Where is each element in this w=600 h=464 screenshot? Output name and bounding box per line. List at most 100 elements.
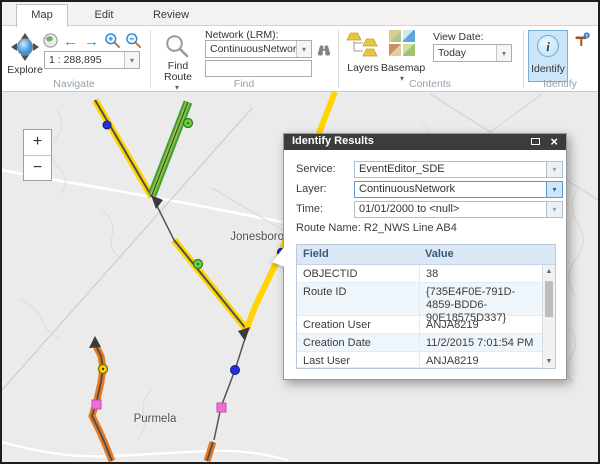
value-cell: 38 xyxy=(419,265,542,282)
place-label-purmela: Purmela xyxy=(120,413,190,425)
identify-group-label: Identify xyxy=(515,78,598,90)
time-label: Time: xyxy=(296,203,323,215)
map-scale-combobox[interactable]: 1 : 288,895 ▾ xyxy=(44,51,140,69)
column-header-field[interactable]: Field xyxy=(297,245,419,264)
scroll-up-icon[interactable]: ▲ xyxy=(543,268,555,275)
marker-pink-square[interactable] xyxy=(92,400,101,409)
scroll-down-icon[interactable]: ▼ xyxy=(543,358,555,365)
layer-label: Layer: xyxy=(296,183,327,195)
view-date-label: View Date: xyxy=(433,31,484,43)
route-name-label: Route Name: xyxy=(296,222,361,234)
marker-pink-square[interactable] xyxy=(217,403,226,412)
basemap-tile xyxy=(403,44,415,56)
find-route-dropdown-caret[interactable]: ▾ xyxy=(175,83,179,92)
basemap-icon[interactable] xyxy=(389,30,415,56)
marker-yellow-point[interactable] xyxy=(99,365,108,374)
group-separator xyxy=(338,30,339,88)
map-scale-value: 1 : 288,895 xyxy=(45,54,124,66)
close-icon[interactable]: × xyxy=(550,134,558,149)
identify-icon: i xyxy=(537,35,559,57)
route-orange[interactable] xyxy=(207,442,213,461)
tab-edit[interactable]: Edit xyxy=(76,5,132,26)
layers-icon[interactable] xyxy=(346,32,378,63)
map-zoom-control: + − xyxy=(23,129,52,181)
popup-callout-tail xyxy=(272,246,285,267)
view-date-value: Today xyxy=(434,47,496,59)
zoom-in-button[interactable]: + xyxy=(24,130,51,155)
explore-button-label[interactable]: Explore xyxy=(4,64,46,76)
layer-value: ContinuousNetwork xyxy=(355,182,546,197)
identify-button[interactable]: i Identify xyxy=(528,30,568,82)
find-route-value-input[interactable] xyxy=(205,60,312,77)
route-yellow-selected[interactable] xyxy=(174,240,247,330)
scrollbar-thumb[interactable] xyxy=(545,281,553,317)
field-cell: Creation User xyxy=(297,316,419,333)
globe-icon[interactable] xyxy=(43,33,58,53)
chevron-down-icon[interactable]: ▾ xyxy=(546,202,562,217)
ribbon-tab-bar: Map Edit Review xyxy=(2,2,598,26)
explore-icon[interactable] xyxy=(10,32,40,62)
popup-title: Identify Results xyxy=(292,135,374,147)
time-value: 01/01/2000 to <null> xyxy=(355,202,546,217)
field-cell: Last User xyxy=(297,352,419,367)
value-cell: ANJA8219 xyxy=(419,352,542,367)
binoculars-icon[interactable] xyxy=(316,43,331,62)
layer-combobox[interactable]: ContinuousNetwork ▾ xyxy=(354,181,563,198)
route-green[interactable] xyxy=(152,102,188,195)
view-date-combobox[interactable]: Today ▾ xyxy=(433,44,512,62)
event-editor-app: Map Edit Review Explore ← → xyxy=(2,2,598,462)
marker-blue-point[interactable] xyxy=(231,366,240,375)
route-name-value: R2_NWS Line AB4 xyxy=(364,222,457,234)
route-yellow-selected[interactable] xyxy=(95,100,152,197)
marker-green-point[interactable] xyxy=(194,260,203,269)
table-row[interactable]: Route ID {735E4F0E-791D-4859-BDD6-90E185… xyxy=(297,283,555,316)
table-row[interactable]: Last User ANJA8219 xyxy=(297,352,555,368)
forward-arrow-icon[interactable]: → xyxy=(84,35,99,49)
table-row[interactable]: OBJECTID 38 xyxy=(297,265,555,283)
layers-button[interactable]: Layers xyxy=(343,62,383,74)
field-cell: Route ID xyxy=(297,283,419,315)
column-header-value[interactable]: Value xyxy=(419,245,555,264)
service-combobox[interactable]: EventEditor_SDE ▾ xyxy=(354,161,563,178)
route-orange[interactable] xyxy=(89,336,112,461)
route-name-line: Route Name: R2_NWS Line AB4 xyxy=(296,222,457,234)
group-separator xyxy=(150,30,151,88)
chevron-down-icon[interactable]: ▾ xyxy=(496,45,511,61)
network-lrm-value: ContinuousNetwork xyxy=(206,43,296,55)
basemap-button[interactable]: Basemap xyxy=(379,62,427,74)
back-arrow-icon[interactable]: ← xyxy=(63,35,78,49)
marker-green-point[interactable] xyxy=(184,119,193,128)
popup-header[interactable]: Identify Results × xyxy=(284,134,566,150)
tab-review[interactable]: Review xyxy=(140,5,202,26)
chevron-down-icon[interactable]: ▾ xyxy=(124,52,139,68)
route-connector[interactable] xyxy=(214,327,250,440)
identify-button-label: Identify xyxy=(529,63,567,75)
basemap-tile xyxy=(403,30,415,42)
value-cell: {735E4F0E-791D-4859-BDD6-90E18575D337} xyxy=(419,283,542,315)
chevron-down-icon[interactable]: ▾ xyxy=(296,41,311,57)
service-value: EventEditor_SDE xyxy=(355,162,546,177)
maximize-icon[interactable] xyxy=(531,138,540,145)
identify-results-panel: Identify Results × Service: EventEditor_… xyxy=(283,133,567,380)
identify-route-icon[interactable] xyxy=(574,32,590,53)
network-lrm-combobox[interactable]: ContinuousNetwork ▾ xyxy=(205,40,312,58)
table-scrollbar[interactable]: ▲ ▼ xyxy=(542,265,555,368)
contents-group-label: Contents xyxy=(385,78,475,90)
find-route-button-line2[interactable]: Route xyxy=(160,71,196,83)
table-row[interactable]: Creation Date 11/2/2015 7:01:54 PM xyxy=(297,334,555,352)
chevron-down-icon[interactable]: ▾ xyxy=(546,182,562,197)
value-cell: ANJA8219 xyxy=(419,316,542,333)
service-label: Service: xyxy=(296,163,336,175)
attributes-table: Field Value OBJECTID 38 Route ID {735E4F… xyxy=(296,244,556,369)
app-window: Map Edit Review Explore ← → xyxy=(0,0,600,464)
value-cell: 11/2/2015 7:01:54 PM xyxy=(419,334,542,351)
place-label-jonesboro: Jonesboro xyxy=(212,231,284,243)
table-header-row: Field Value xyxy=(297,245,555,265)
tab-map[interactable]: Map xyxy=(16,4,68,27)
field-cell: Creation Date xyxy=(297,334,419,351)
time-combobox[interactable]: 01/01/2000 to <null> ▾ xyxy=(354,201,563,218)
chevron-down-icon[interactable]: ▾ xyxy=(546,162,562,177)
table-row[interactable]: Creation User ANJA8219 xyxy=(297,316,555,334)
marker-blue-point[interactable] xyxy=(103,121,111,129)
zoom-out-button[interactable]: − xyxy=(24,155,51,180)
